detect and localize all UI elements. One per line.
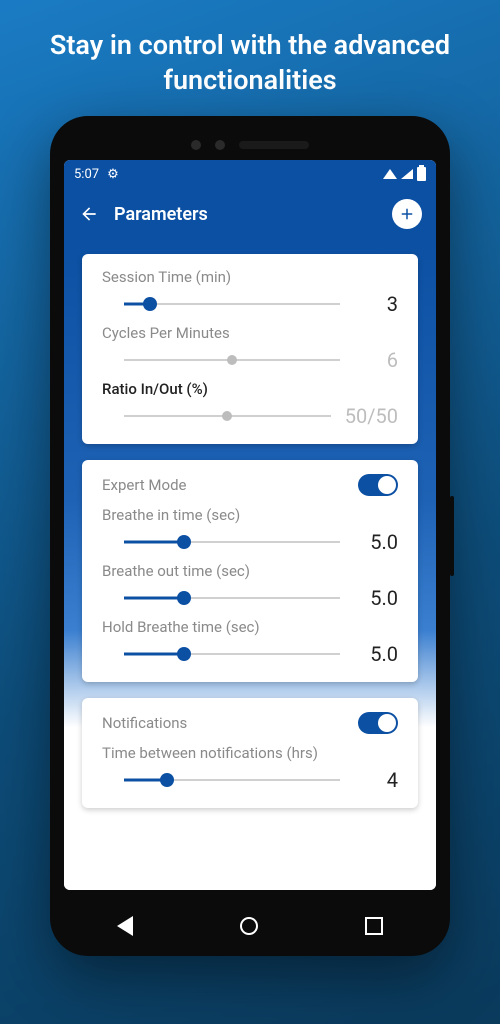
param-cycles: Cycles Per Minutes 6 <box>102 324 398 372</box>
hold-value: 5.0 <box>354 642 398 666</box>
notifications-toggle[interactable] <box>358 712 398 734</box>
status-time: 5:07 <box>74 167 99 182</box>
param-session-time: Session Time (min) 3 <box>102 268 398 316</box>
breathe-in-value: 5.0 <box>354 530 398 554</box>
breathe-in-slider[interactable] <box>124 532 340 552</box>
phone-screen: 5:07 ⚙ Parameters Session <box>64 160 436 890</box>
nav-recent-icon[interactable] <box>365 917 383 935</box>
ratio-slider <box>124 406 331 426</box>
notifications-label: Notifications <box>102 714 187 732</box>
expert-mode-row: Expert Mode <box>102 474 398 496</box>
cycles-slider <box>124 350 340 370</box>
plus-icon <box>398 205 416 223</box>
battery-icon <box>417 167 426 181</box>
hold-slider[interactable] <box>124 644 340 664</box>
cycles-label: Cycles Per Minutes <box>102 324 398 342</box>
param-notif-gap: Time between notifications (hrs) 4 <box>102 744 398 792</box>
breathe-out-label: Breathe out time (sec) <box>102 562 398 580</box>
ratio-value: 50/50 <box>345 404 398 428</box>
status-bar: 5:07 ⚙ <box>64 160 436 188</box>
card-basic-params: Session Time (min) 3 Cycles Per Minutes <box>82 254 418 444</box>
signal-icon <box>401 169 413 179</box>
param-hold: Hold Breathe time (sec) 5.0 <box>102 618 398 666</box>
app-bar: Parameters <box>64 188 436 240</box>
settings-icon: ⚙ <box>107 167 119 182</box>
param-breathe-in: Breathe in time (sec) 5.0 <box>102 506 398 554</box>
session-time-value: 3 <box>354 292 398 316</box>
breathe-out-value: 5.0 <box>354 586 398 610</box>
android-nav-bar <box>64 898 436 954</box>
session-time-slider[interactable] <box>124 294 340 314</box>
breathe-out-slider[interactable] <box>124 588 340 608</box>
phone-frame: 5:07 ⚙ Parameters Session <box>50 116 450 956</box>
card-expert-mode: Expert Mode Breathe in time (sec) 5.0 <box>82 460 418 682</box>
sensor-icon <box>215 140 225 150</box>
cycles-value: 6 <box>354 348 398 372</box>
notif-gap-slider[interactable] <box>124 770 340 790</box>
breathe-in-label: Breathe in time (sec) <box>102 506 398 524</box>
session-time-label: Session Time (min) <box>102 268 398 286</box>
expert-mode-toggle[interactable] <box>358 474 398 496</box>
marketing-headline: Stay in control with the advanced functi… <box>20 28 480 98</box>
notif-gap-value: 4 <box>354 768 398 792</box>
add-button[interactable] <box>392 199 422 229</box>
expert-mode-label: Expert Mode <box>102 476 187 494</box>
notifications-row: Notifications <box>102 712 398 734</box>
param-ratio: Ratio In/Out (%) 50/50 <box>102 380 398 428</box>
nav-back-icon[interactable] <box>117 916 133 936</box>
back-arrow-icon[interactable] <box>78 204 100 224</box>
camera-icon <box>191 140 201 150</box>
content-area: Session Time (min) 3 Cycles Per Minutes <box>64 240 436 890</box>
ratio-label: Ratio In/Out (%) <box>102 380 398 398</box>
phone-speaker-row <box>64 130 436 160</box>
notif-gap-label: Time between notifications (hrs) <box>102 744 398 762</box>
nav-home-icon[interactable] <box>240 917 258 935</box>
wifi-icon <box>383 169 397 179</box>
earpiece-icon <box>239 141 309 149</box>
page-title: Parameters <box>114 204 208 225</box>
hold-label: Hold Breathe time (sec) <box>102 618 398 636</box>
param-breathe-out: Breathe out time (sec) 5.0 <box>102 562 398 610</box>
card-notifications: Notifications Time between notifications… <box>82 698 418 808</box>
